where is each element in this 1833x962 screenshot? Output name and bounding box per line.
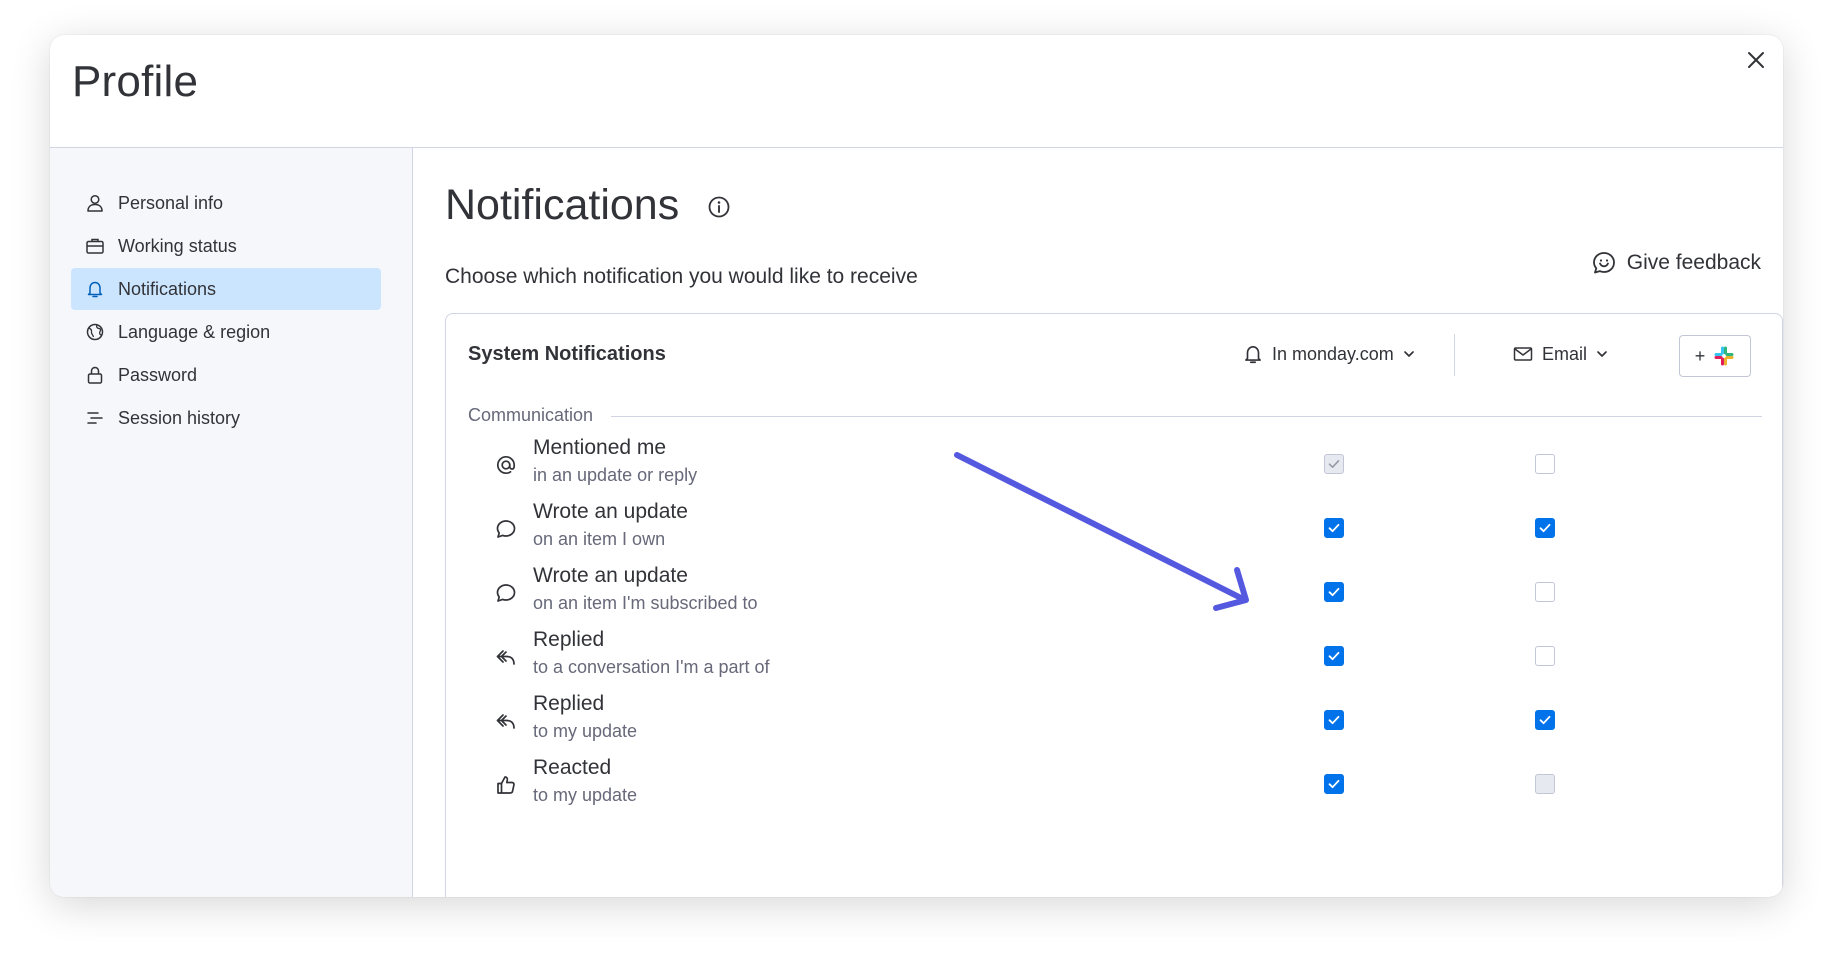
sidebar-item-label: Session history — [118, 407, 241, 428]
sidebar-item-password[interactable]: Password — [71, 354, 381, 396]
email-checkbox[interactable] — [1535, 582, 1555, 602]
thumbs-up-icon — [493, 772, 519, 798]
notification-row: Replied to a conversation I'm a part of — [446, 624, 1782, 688]
row-subtitle: on an item I'm subscribed to — [533, 593, 758, 613]
sidebar-item-label: Personal info — [118, 192, 224, 213]
checkmark-icon — [1328, 715, 1340, 725]
speech-bubble-icon — [493, 516, 519, 542]
chevron-down-icon — [1597, 351, 1607, 357]
sidebar-item-label: Password — [118, 364, 198, 385]
row-title: Wrote an update — [533, 564, 688, 587]
bell-icon — [83, 277, 107, 301]
email-checkbox[interactable] — [1535, 710, 1555, 730]
row-subtitle: in an update or reply — [533, 465, 698, 485]
page-title: Notifications — [445, 181, 680, 229]
modal-header: Profile — [50, 35, 1783, 148]
briefcase-icon — [83, 234, 107, 258]
speech-bubble-icon — [493, 580, 519, 606]
row-subtitle: to my update — [533, 785, 638, 805]
slack-icon — [1714, 346, 1734, 366]
email-checkbox[interactable] — [1535, 518, 1555, 538]
sidebar-item-label: Working status — [118, 235, 237, 256]
row-subtitle: on an item I own — [533, 529, 666, 549]
mail-icon — [1513, 347, 1533, 361]
checkmark-icon — [1328, 779, 1340, 789]
in-app-checkbox[interactable] — [1324, 710, 1344, 730]
row-subtitle: to my update — [533, 721, 638, 741]
sidebar-item-language-region[interactable]: Language & region — [71, 311, 381, 353]
email-column-dropdown[interactable]: Email — [1512, 338, 1609, 370]
email-checkbox[interactable] — [1535, 454, 1555, 474]
sidebar-item-notifications[interactable]: Notifications — [71, 268, 381, 310]
sidebar-item-personal-info[interactable]: Personal info — [71, 182, 381, 224]
section-label: Communication — [468, 405, 604, 426]
close-button[interactable] — [1739, 43, 1773, 77]
info-icon[interactable] — [707, 195, 731, 224]
sidebar-item-label: Notifications — [118, 278, 217, 299]
bell-icon — [1245, 346, 1261, 364]
checkmark-icon — [1328, 460, 1340, 468]
notifications-panel: Notifications Choose which notification … — [413, 148, 1783, 897]
sidebar-item-working-status[interactable]: Working status — [71, 225, 381, 267]
row-subtitle: to a conversation I'm a part of — [533, 657, 770, 677]
feedback-icon — [1592, 252, 1615, 274]
person-icon — [83, 191, 107, 215]
sidebar: Personal info Working status Notificatio… — [50, 148, 413, 897]
row-title: Replied — [533, 692, 605, 715]
row-title: Reacted — [533, 756, 612, 779]
checkmark-icon — [1539, 523, 1551, 533]
lock-icon — [83, 363, 107, 387]
page-subtitle: Choose which notification you would like… — [445, 265, 918, 288]
checkmark-icon — [1328, 651, 1340, 661]
email-checkbox[interactable] — [1535, 774, 1555, 794]
in-app-checkbox[interactable] — [1324, 646, 1344, 666]
row-title: Wrote an update — [533, 500, 688, 523]
sidebar-item-label: Language & region — [118, 321, 271, 342]
row-title: Mentioned me — [533, 436, 667, 459]
close-icon — [1748, 52, 1764, 68]
in-app-column-dropdown[interactable]: In monday.com — [1242, 338, 1416, 370]
give-feedback-button[interactable]: Give feedback — [1591, 250, 1761, 276]
plus-label: + — [1694, 345, 1706, 366]
in-app-column-label: In monday.com — [1272, 343, 1394, 364]
checkmark-icon — [1539, 715, 1551, 725]
notification-row: Wrote an update on an item I'm subscribe… — [446, 560, 1782, 624]
give-feedback-label: Give feedback — [1626, 251, 1761, 274]
chevron-down-icon — [1403, 351, 1414, 357]
notification-row: Reacted to my update — [446, 752, 1782, 816]
email-checkbox[interactable] — [1535, 646, 1555, 666]
in-app-checkbox[interactable] — [1324, 518, 1344, 538]
modal-title: Profile — [72, 57, 199, 106]
notification-row: Mentioned me in an update or reply — [446, 432, 1782, 496]
reply-icon — [493, 708, 519, 734]
globe-icon — [83, 320, 107, 344]
checkmark-icon — [1328, 523, 1340, 533]
system-notifications-card: System Notifications In monday.com Email… — [445, 313, 1783, 897]
card-title: System Notifications — [468, 343, 666, 365]
in-app-checkbox[interactable] — [1324, 454, 1344, 474]
notification-row: Replied to my update — [446, 688, 1782, 752]
email-column-label: Email — [1542, 343, 1588, 364]
at-sign-icon — [493, 452, 519, 478]
list-icon — [83, 406, 107, 430]
profile-modal: Profile Personal info Working status Not… — [50, 35, 1783, 897]
row-title: Replied — [533, 628, 605, 651]
column-divider — [1454, 334, 1455, 376]
in-app-checkbox[interactable] — [1324, 774, 1344, 794]
checkmark-icon — [1328, 587, 1340, 597]
sidebar-item-session-history[interactable]: Session history — [71, 397, 381, 439]
add-slack-button[interactable]: + — [1679, 335, 1751, 377]
section-divider — [611, 416, 1762, 417]
in-app-checkbox[interactable] — [1324, 582, 1344, 602]
reply-icon — [493, 644, 519, 670]
notification-row: Wrote an update on an item I own — [446, 496, 1782, 560]
